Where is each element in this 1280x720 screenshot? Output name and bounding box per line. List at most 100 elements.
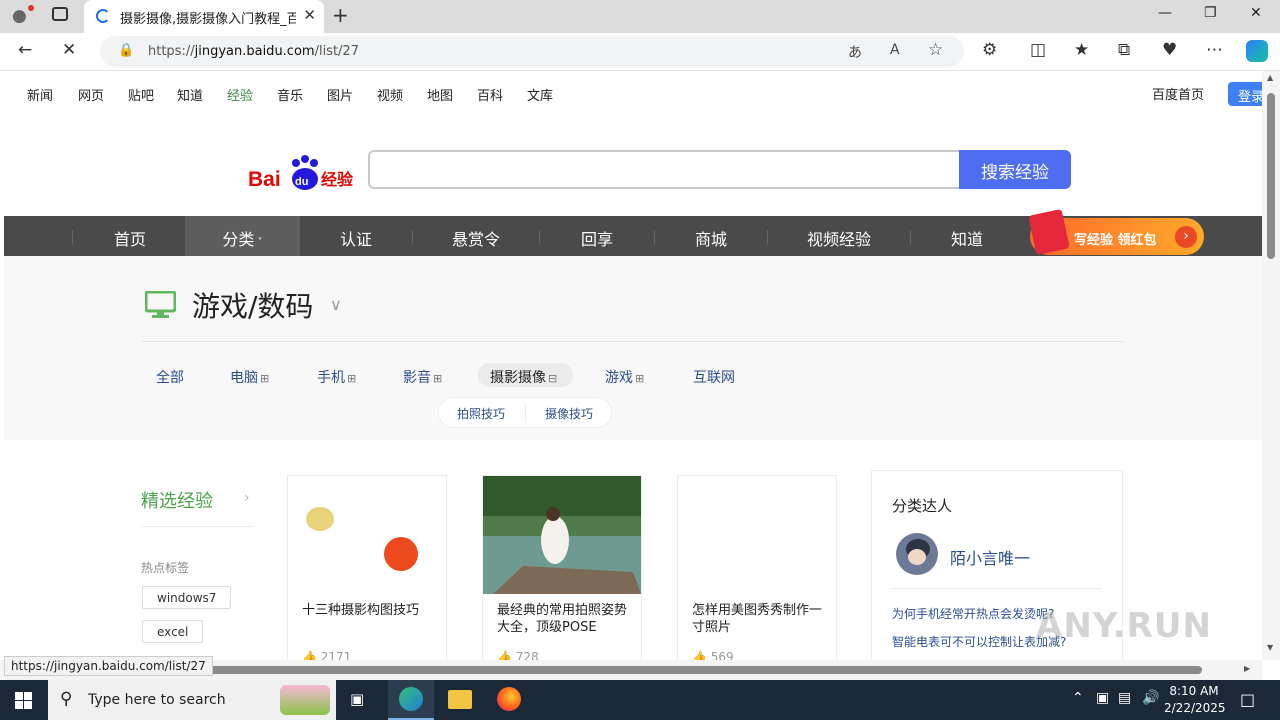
subcat-computer[interactable]: 电脑 ⊞ <box>230 367 269 387</box>
chevron-down-icon[interactable]: ∨ <box>330 295 342 314</box>
topnav-jingyan[interactable]: 经验 <box>227 85 253 104</box>
subcat-phone[interactable]: 手机 ⊞ <box>317 367 356 387</box>
status-bar-url: https://jingyan.baidu.com/list/27 <box>4 656 213 676</box>
subcat-all[interactable]: 全部 <box>156 367 184 387</box>
device-icon[interactable]: ▣ <box>1096 690 1109 706</box>
topnav-zhidao[interactable]: 知道 <box>177 85 203 104</box>
question-link[interactable]: 为何手机经常开热点会发烫呢? <box>892 605 1054 622</box>
edge-taskbar-button[interactable] <box>388 680 434 720</box>
topnav-baike[interactable]: 百科 <box>477 85 503 104</box>
profile-icon[interactable]: ● <box>12 6 27 26</box>
extensions-icon[interactable]: ⚙ <box>982 40 997 60</box>
topnav-video[interactable]: 视频 <box>377 85 403 104</box>
network-icon[interactable]: ▤ <box>1118 690 1131 706</box>
tag-excel[interactable]: excel <box>142 620 204 643</box>
baidu-jingyan-logo[interactable]: Bai du 经验 <box>248 153 358 193</box>
task-view-icon[interactable]: ▣ <box>350 690 364 708</box>
topnav-music[interactable]: 音乐 <box>277 85 303 104</box>
new-tab-icon[interactable]: + <box>332 3 349 27</box>
copilot-icon[interactable] <box>1246 40 1268 62</box>
close-tab-icon[interactable]: ✕ <box>303 6 316 24</box>
browser-essentials-icon[interactable]: ♥ <box>1162 40 1177 60</box>
exp-card[interactable]: 怎样用美图秀秀制作一寸照片 👍 569 <box>677 475 837 660</box>
expand-icon: ⊞ <box>260 372 270 385</box>
subcat-av[interactable]: 影音 ⊞ <box>403 367 442 387</box>
subcat-photo[interactable]: 摄影摄像 ⊟ <box>490 367 557 387</box>
card-likes: 👍 569 <box>692 650 734 660</box>
url-path: /list/27 <box>314 44 359 59</box>
exp-card[interactable]: 最经典的常用拍照姿势大全，顶级POSE 👍 728 <box>482 475 642 660</box>
avatar[interactable] <box>896 533 938 575</box>
topnav-web[interactable]: 网页 <box>78 85 104 104</box>
collections-icon[interactable]: ⧉ <box>1118 40 1130 60</box>
minimize-icon[interactable]: — <box>1158 5 1172 21</box>
more-menu-icon[interactable]: ⋯ <box>1206 40 1223 60</box>
topnav-images[interactable]: 图片 <box>327 85 353 104</box>
svg-text:经验: 经验 <box>321 170 354 189</box>
firefox-icon[interactable] <box>497 687 521 711</box>
file-explorer-icon[interactable] <box>448 690 472 709</box>
featured-title[interactable]: 精选经验 <box>141 487 213 513</box>
url-host: jingyan.baidu.com <box>194 44 315 59</box>
topnav-wenku[interactable]: 文库 <box>527 85 553 104</box>
catnav-home[interactable]: 首页 <box>74 216 186 256</box>
subcat-internet[interactable]: 互联网 <box>693 367 735 387</box>
favorites-icon[interactable]: ★ <box>1074 40 1089 60</box>
active-tab[interactable]: 摄影摄像,摄影摄像入门教程_百度 ✕ <box>84 0 324 33</box>
scrollbar-thumb[interactable] <box>1267 93 1275 259</box>
volume-icon[interactable]: 🔊 <box>1142 690 1159 706</box>
scroll-down-icon[interactable]: ▼ <box>1267 643 1273 652</box>
subsub-video-tips[interactable]: 摄像技巧 <box>545 405 593 422</box>
tab-actions-icon[interactable] <box>52 7 68 21</box>
catnav-bounty[interactable]: 悬赏令 <box>414 216 538 256</box>
catnav-share[interactable]: 回享 <box>541 216 653 256</box>
scroll-up-icon[interactable]: ▲ <box>1267 73 1273 82</box>
vertical-scrollbar[interactable]: ▲ ▼ <box>1262 71 1280 660</box>
subcat-games[interactable]: 游戏 ⊞ <box>605 367 644 387</box>
search-input[interactable] <box>368 150 962 189</box>
nav-separator <box>654 230 655 244</box>
back-icon[interactable]: ← <box>18 40 32 60</box>
address-bar[interactable]: 🔒 https://jingyan.baidu.com/list/27 あ A … <box>100 36 964 67</box>
favorite-star-icon[interactable]: ☆ <box>928 40 943 60</box>
thumb-up-icon: 👍 <box>302 650 317 660</box>
topnav-tieba[interactable]: 贴吧 <box>128 85 154 104</box>
close-window-icon[interactable]: ✕ <box>1250 5 1262 21</box>
split-screen-icon[interactable]: ◫ <box>1030 40 1046 60</box>
expert-name[interactable]: 陌小言唯一 <box>950 545 1030 569</box>
expand-icon: ⊞ <box>635 372 645 385</box>
taskbar-search[interactable]: ⚲ Type here to search <box>48 680 336 720</box>
read-aloud-icon[interactable]: A <box>890 42 900 58</box>
taskbar-search-placeholder: Type here to search <box>88 692 226 708</box>
lock-icon[interactable]: 🔒 <box>118 43 134 58</box>
scroll-right-icon[interactable]: ▶ <box>1244 664 1250 673</box>
catnav-mall[interactable]: 商城 <box>656 216 766 256</box>
subcat-photo-label: 摄影摄像 <box>490 370 546 386</box>
restore-icon[interactable]: ❐ <box>1204 5 1217 21</box>
catnav-video-exp[interactable]: 视频经验 <box>769 216 909 256</box>
login-button[interactable]: 登录 <box>1228 82 1262 106</box>
search-button[interactable]: 搜索经验 <box>959 150 1071 189</box>
topnav-news[interactable]: 新闻 <box>27 85 53 104</box>
topnav-map[interactable]: 地图 <box>427 85 453 104</box>
chevron-up-icon[interactable]: ⌃ <box>1072 690 1084 706</box>
catnav-certify[interactable]: 认证 <box>300 216 412 256</box>
divider <box>892 588 1102 589</box>
chevron-right-icon: › <box>244 490 250 506</box>
windows-start-icon[interactable] <box>15 692 32 709</box>
clock[interactable]: 8:10 AM 2/22/2025 <box>1164 683 1226 717</box>
subsub-photo-tips[interactable]: 拍照技巧 <box>457 405 505 422</box>
stop-loading-icon[interactable]: ✕ <box>62 40 76 60</box>
watermark: ANY.RUN <box>1036 606 1212 646</box>
tag-windows7[interactable]: windows7 <box>142 586 232 609</box>
exp-card[interactable]: 十三种摄影构图技巧 👍 2171 <box>287 475 447 660</box>
notifications-icon[interactable]: □ <box>1240 690 1255 709</box>
card-thumbnail <box>288 476 446 594</box>
catnav-zhidao[interactable]: 知道 <box>912 216 1022 256</box>
translate-icon[interactable]: あ <box>848 42 862 62</box>
write-exp-promo-button[interactable]: 写经验 领红包 › <box>1028 208 1204 256</box>
url-text[interactable]: https://jingyan.baidu.com/list/27 <box>148 44 359 59</box>
catnav-category[interactable]: 分类 ˅ <box>185 216 300 256</box>
divider <box>142 341 1124 342</box>
baidu-home-link[interactable]: 百度首页 <box>1152 84 1204 103</box>
